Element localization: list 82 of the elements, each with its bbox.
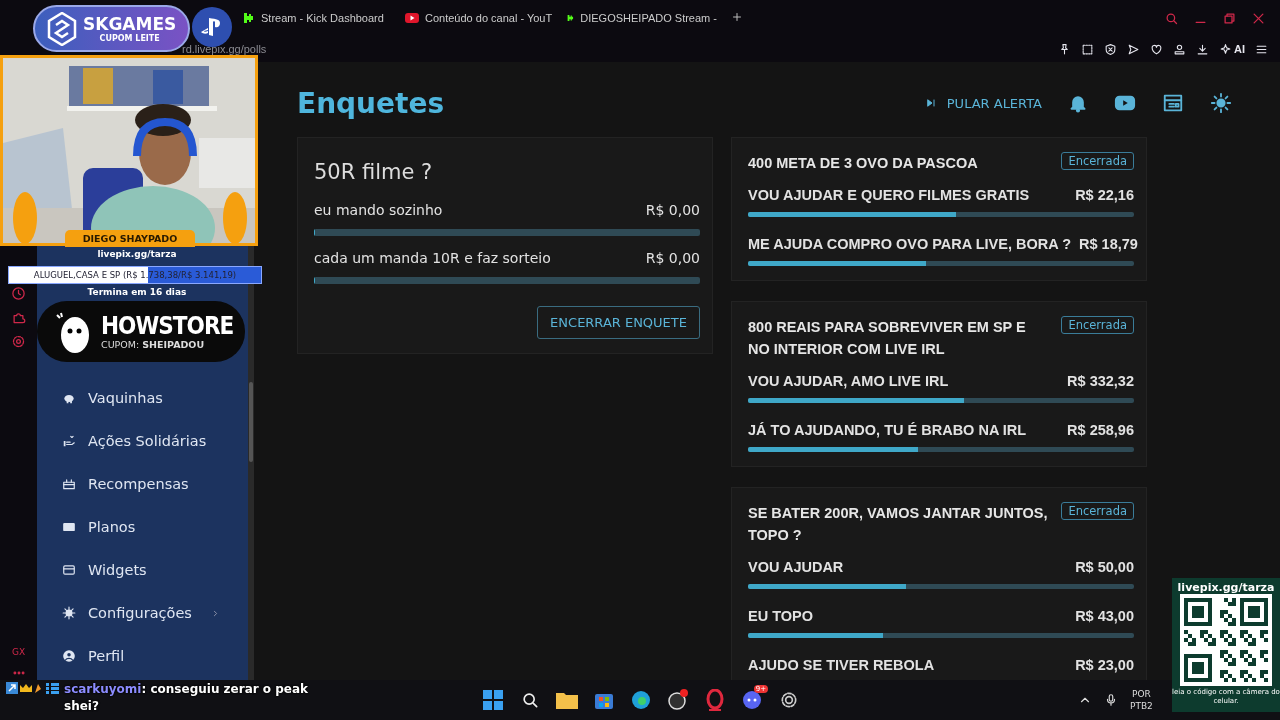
option-amount: R$ 258,96: [1067, 421, 1134, 439]
account-icon[interactable]: [1173, 42, 1186, 56]
poll-title: 50R filme ?: [314, 160, 434, 184]
option-label: JÁ TO AJUDANDO, TU É BRABO NA IRL: [748, 421, 1027, 439]
heart-icon[interactable]: [1150, 42, 1163, 56]
option-label: EU TOPO: [748, 607, 813, 625]
search-icon[interactable]: [520, 690, 540, 710]
bell-icon[interactable]: [1068, 93, 1088, 113]
sidebar-item[interactable]: Recompensas: [37, 462, 248, 505]
microphone-icon[interactable]: [1104, 693, 1118, 707]
ai-label[interactable]: AI: [1234, 43, 1245, 55]
skip-alert-button[interactable]: PULAR ALERTA: [924, 95, 1042, 111]
folder-icon[interactable]: [556, 691, 578, 709]
browser-tab[interactable]: DIEGOSHEIPADO Stream -: [561, 12, 723, 24]
download-icon[interactable]: [1196, 42, 1209, 56]
chevron-icon: [211, 608, 220, 618]
browser-tab[interactable]: Conteúdo do canal - YouT: [399, 12, 561, 24]
chat-badge-icons-drawing: [6, 682, 60, 694]
chat-message: scarkuyomi: conseguiu zerar o peak shei?: [64, 681, 310, 715]
sidebar-item[interactable]: Ações Solidárias: [37, 419, 248, 462]
option-amount: R$ 332,32: [1067, 372, 1134, 390]
sidebar-item[interactable]: Perfil: [37, 634, 248, 677]
snapshot-icon[interactable]: [1081, 42, 1094, 56]
scrollbar-thumb[interactable]: [249, 382, 253, 462]
play-logo-icon: [405, 13, 419, 23]
sponsor-name: HOWSTORE: [101, 313, 234, 339]
sun-icon[interactable]: [1210, 92, 1232, 114]
status-badge: Encerrada: [1061, 152, 1134, 170]
goal-deadline: Termina em 16 dias: [86, 287, 188, 297]
option-label: AJUDO SE TIVER REBOLA: [748, 656, 935, 674]
page-title: Enquetes: [297, 86, 445, 120]
option-amount: R$ 23,00: [1075, 656, 1134, 674]
poll-title: SE BATER 200R, VAMOS JANTAR JUNTOS, TOPO ?: [748, 504, 1049, 545]
send-icon[interactable]: [1127, 42, 1140, 56]
option-label: eu mando sozinho: [314, 202, 443, 218]
sparkle-icon[interactable]: [1219, 42, 1232, 56]
option-amount: R$ 0,00: [645, 250, 700, 266]
streamer-name: DIEGO SHAYPADO: [65, 230, 195, 247]
option-amount: R$ 18,79: [1079, 235, 1138, 253]
option-label: VOU AJUDAR, AMO LIVE IRL: [748, 372, 949, 390]
skip-icon: [924, 97, 937, 109]
o-logo-icon[interactable]: [705, 689, 725, 711]
option-amount: R$ 50,00: [1075, 558, 1134, 576]
address-field[interactable]: rd.livepix.gg/polls: [182, 43, 267, 55]
window-icon: [62, 562, 76, 577]
plus-icon[interactable]: [731, 11, 743, 23]
donation-icon: [62, 433, 76, 448]
chat-app-icon[interactable]: [742, 690, 762, 710]
clock-icon[interactable]: [11, 286, 26, 301]
option-label: cada um manda 10R e faz sorteio: [314, 250, 551, 266]
sidebar-item[interactable]: Planos: [37, 505, 248, 548]
status-badge: Encerrada: [1061, 502, 1134, 520]
shield-icon[interactable]: [1104, 42, 1117, 56]
poll-title: 800 REAIS PARA SOBREVIVER EM SP E NO INTERIOR COM LIVE IRL: [748, 318, 1027, 359]
sidebar-item[interactable]: Widgets: [37, 548, 248, 591]
browser-icon[interactable]: [631, 690, 651, 710]
gift-icon: [62, 476, 76, 491]
option-amount: R$ 22,16: [1075, 186, 1134, 204]
option-amount: R$ 43,00: [1075, 607, 1134, 625]
restore-icon[interactable]: [1222, 10, 1237, 26]
language-indicator[interactable]: POR PTB2: [1130, 688, 1153, 712]
calendar-icon[interactable]: [1162, 92, 1184, 114]
pin-icon[interactable]: [1058, 42, 1071, 56]
brand-name: SKGAMES: [83, 14, 177, 34]
sidebar-item[interactable]: Configurações: [37, 591, 248, 634]
user-icon: [62, 648, 76, 663]
sidebar-item[interactable]: Vaquinhas: [37, 376, 248, 419]
browser-tab[interactable]: Stream - Kick Dashboard: [237, 12, 399, 24]
hexagon-logo-icon: [47, 11, 77, 46]
option-label: VOU AJUDAR E QUERO FILMES GRATIS: [748, 186, 1030, 204]
brand-coupon: CUPOM LEITE: [99, 33, 160, 43]
option-label: VOU AJUDAR: [748, 558, 844, 576]
k-logo-icon: [567, 12, 575, 24]
option-label: ME AJUDA COMPRO OVO PARA LIVE, BORA ?: [748, 235, 1072, 253]
coupon-text: CUPOM: SHEIPADOU: [101, 339, 206, 350]
option-amount: R$ 0,00: [645, 202, 700, 218]
poll-title: 400 META DE 3 OVO DA PASCOA: [748, 154, 978, 173]
status-badge: Encerrada: [1061, 316, 1134, 334]
k-logo-icon: [243, 12, 255, 24]
end-poll-button[interactable]: ENCERRAR ENQUETE: [537, 306, 700, 339]
record-app-icon[interactable]: [667, 689, 689, 711]
gx-label[interactable]: GX: [11, 647, 26, 657]
